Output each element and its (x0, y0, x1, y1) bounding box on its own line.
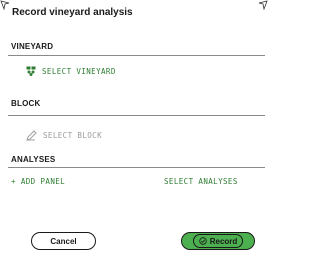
cancel-label: Cancel (50, 236, 77, 246)
select-analyses-label: SELECT ANALYSES (164, 177, 238, 186)
add-panel-button[interactable]: + ADD PANEL (11, 177, 65, 186)
record-label: Record (209, 236, 238, 246)
back-arrow-icon[interactable] (0, 0, 10, 10)
analyses-section-label: ANALYSES (11, 155, 56, 164)
record-button-inner: Record (192, 234, 244, 248)
vineyard-section-label: VINEYARD (11, 42, 54, 51)
select-block-label: SELECT BLOCK (43, 131, 102, 140)
pencil-icon (26, 130, 37, 141)
check-circle-icon (199, 237, 207, 245)
select-analyses-button[interactable]: SELECT ANALYSES (164, 177, 238, 186)
block-section-label: BLOCK (11, 99, 41, 108)
select-vineyard-button[interactable]: SELECT VINEYARD (26, 66, 116, 76)
forward-arrow-icon[interactable] (258, 0, 268, 10)
vineyard-divider (8, 55, 265, 56)
add-panel-label: + ADD PANEL (11, 177, 66, 186)
analyses-divider (8, 167, 265, 168)
block-divider (8, 115, 265, 116)
select-vineyard-label: SELECT VINEYARD (42, 66, 116, 76)
record-button[interactable]: Record (181, 232, 255, 250)
grape-icon (26, 66, 36, 76)
page-title: Record vineyard analysis (12, 7, 133, 18)
select-block-button[interactable]: SELECT BLOCK (26, 130, 102, 141)
cancel-button[interactable]: Cancel (31, 232, 96, 250)
